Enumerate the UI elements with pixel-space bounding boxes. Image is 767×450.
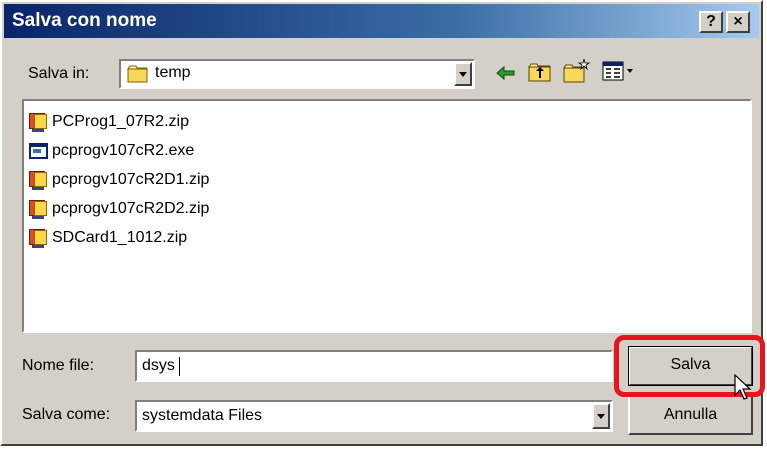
view-menu-icon[interactable] <box>602 60 638 87</box>
filetype-label: Salva come: <box>22 406 111 423</box>
text-caret <box>179 357 180 376</box>
filename-value: dsys <box>142 357 175 374</box>
save-in-label: Salva in: <box>28 65 90 82</box>
file-item[interactable]: pcprogv107cR2D2.zip <box>28 196 209 222</box>
title-bar[interactable]: Salva con nome ? × <box>4 4 759 38</box>
file-item[interactable]: PCProg1_07R2.zip <box>28 109 189 135</box>
zip-archive-icon <box>28 227 50 249</box>
filetype-dropdown-arrow[interactable] <box>592 403 610 429</box>
file-item[interactable]: SDCard1_1012.zip <box>28 225 187 251</box>
file-name: PCProg1_07R2.zip <box>52 113 189 130</box>
filetype-value: systemdata Files <box>142 407 263 424</box>
mouse-cursor-icon <box>734 373 754 407</box>
filename-label: Nome file: <box>22 357 95 374</box>
zip-archive-icon <box>28 111 50 133</box>
save-in-value: temp <box>155 64 191 81</box>
save-in-dropdown-arrow[interactable] <box>454 62 472 86</box>
zip-archive-icon <box>28 198 50 220</box>
save-as-dialog: Salva con nome ? × Salva in: temp PCProg… <box>0 0 763 446</box>
file-name: pcprogv107cR2.exe <box>52 142 195 159</box>
new-folder-icon[interactable] <box>563 58 591 89</box>
file-name: pcprogv107cR2D2.zip <box>52 200 210 217</box>
file-item[interactable]: pcprogv107cR2.exe <box>28 138 194 164</box>
back-arrow-icon[interactable] <box>495 63 517 88</box>
close-button[interactable]: × <box>726 11 750 33</box>
filetype-combobox[interactable]: systemdata Files <box>135 400 613 432</box>
up-folder-icon[interactable] <box>528 61 552 88</box>
help-button[interactable]: ? <box>699 11 723 33</box>
folder-icon <box>127 64 151 89</box>
executable-icon <box>28 140 50 162</box>
file-name: SDCard1_1012.zip <box>52 229 188 246</box>
file-name: pcprogv107cR2D1.zip <box>52 171 210 188</box>
file-list[interactable]: PCProg1_07R2.zip pcprogv107cR2.exe pcpro… <box>22 99 752 333</box>
window-title: Salva con nome <box>12 10 157 31</box>
filename-input[interactable]: dsys <box>135 350 613 382</box>
zip-archive-icon <box>28 169 50 191</box>
file-item[interactable]: pcprogv107cR2D1.zip <box>28 167 209 193</box>
save-in-combobox[interactable]: temp <box>119 59 475 89</box>
